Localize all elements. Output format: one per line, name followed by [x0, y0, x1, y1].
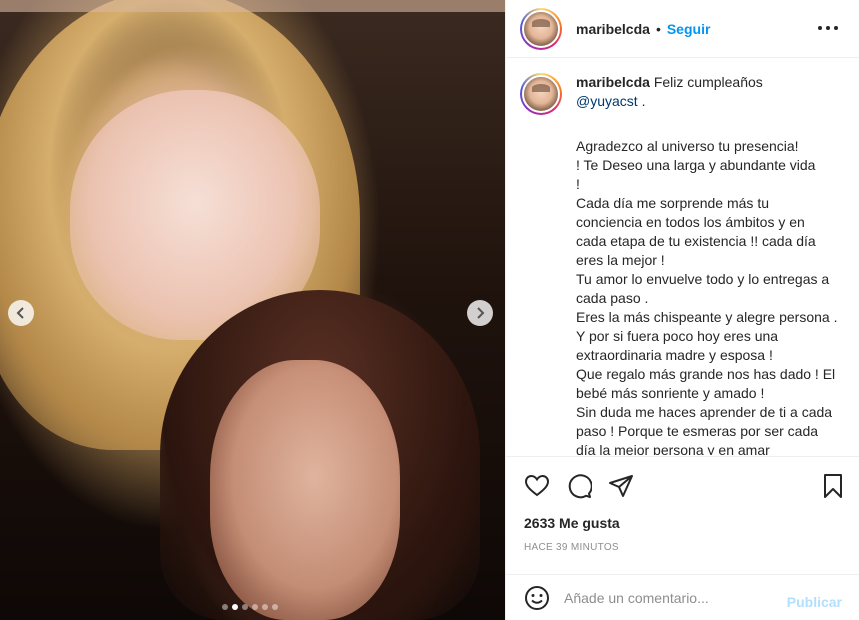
- save-button[interactable]: [820, 473, 846, 499]
- avatar-story-ring[interactable]: [520, 7, 562, 50]
- comment-input[interactable]: [564, 589, 764, 606]
- carousel-dot: [222, 604, 228, 610]
- post-timestamp[interactable]: HACE 39 MINUTOS: [524, 542, 619, 553]
- avatar: [522, 9, 560, 48]
- carousel-next-button[interactable]: [467, 300, 493, 326]
- action-bar: [506, 456, 859, 514]
- caption-heading: maribelcda Feliz cumpleaños @yuyacst .: [576, 73, 846, 115]
- more-options-icon[interactable]: [818, 20, 838, 36]
- carousel-dot: [262, 604, 268, 610]
- like-button[interactable]: [524, 473, 550, 499]
- photo-girl-face: [210, 360, 400, 620]
- carousel-dot: [232, 604, 238, 610]
- carousel-prev-button[interactable]: [8, 300, 34, 326]
- carousel-indicator: [222, 604, 278, 610]
- emoji-button[interactable]: [524, 585, 550, 611]
- carousel-dot: [272, 604, 278, 610]
- header-separator: •: [655, 20, 661, 37]
- carousel-dot: [242, 604, 248, 610]
- caption-intro: Feliz cumpleaños: [653, 74, 763, 90]
- caption-username[interactable]: maribelcda: [576, 74, 650, 90]
- caption-avatar-ring[interactable]: [520, 73, 562, 115]
- comment-bar: Publicar: [506, 574, 859, 620]
- comment-icon: [568, 474, 593, 499]
- share-button[interactable]: [608, 473, 634, 499]
- smiley-icon: [525, 585, 549, 610]
- header-username[interactable]: maribelcda: [576, 21, 650, 37]
- caption-area: maribelcda Feliz cumpleaños @yuyacst . A…: [506, 59, 859, 455]
- heart-icon: [524, 474, 550, 497]
- chevron-right-icon: [477, 307, 485, 319]
- likes-count[interactable]: 2633 Me gusta: [524, 515, 620, 531]
- caption-body: Agradezco al universo tu presencia! ! Te…: [576, 138, 838, 455]
- send-icon: [609, 475, 633, 497]
- post-sidebar: maribelcda • Seguir maribelcda Feliz cum…: [505, 0, 859, 620]
- post-photo[interactable]: [0, 0, 505, 620]
- bookmark-icon: [824, 474, 842, 498]
- photo-top-edge: [0, 0, 505, 12]
- post-header: maribelcda • Seguir: [506, 0, 859, 58]
- caption-mention[interactable]: @yuyacst: [576, 93, 638, 109]
- chevron-left-icon: [16, 307, 24, 319]
- publish-button[interactable]: Publicar: [787, 594, 842, 610]
- caption-avatar: [522, 75, 560, 113]
- comment-button[interactable]: [566, 473, 593, 499]
- carousel-dot: [252, 604, 258, 610]
- caption-mention-suffix: .: [637, 93, 646, 109]
- follow-button[interactable]: Seguir: [667, 21, 711, 37]
